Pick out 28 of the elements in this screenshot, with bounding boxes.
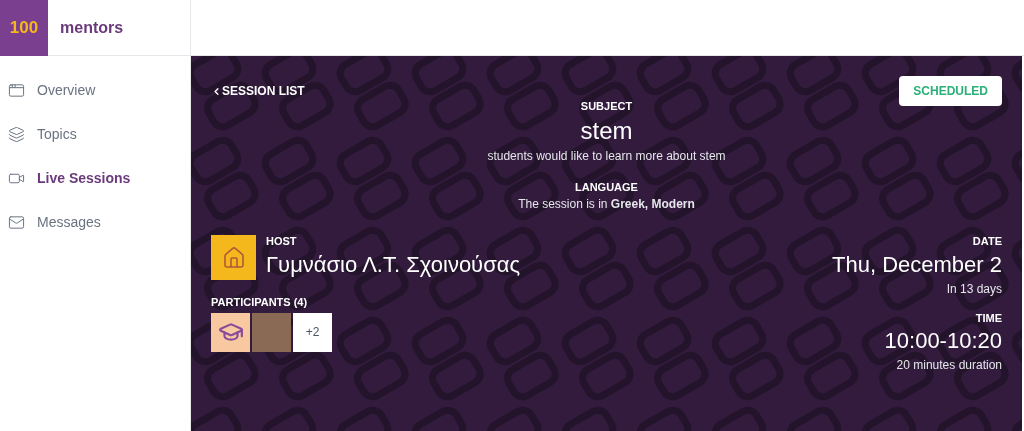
host-heading: HOST <box>266 234 298 249</box>
host-name: Γυμνάσιο Λ.Τ. Σχοινούσας <box>266 250 521 279</box>
language-text: The session is in Greek, Modern <box>518 196 695 213</box>
home-icon <box>221 245 246 270</box>
date-heading: DATE <box>972 234 1002 249</box>
subject-description: students would like to learn more about stem <box>487 147 726 165</box>
language-heading: LANGUAGE <box>575 179 638 195</box>
time-value: 10:00-10:20 <box>884 327 1002 355</box>
photo-placeholder <box>252 312 291 352</box>
subject-title: stem <box>580 115 633 146</box>
time-note: 20 minutes duration <box>896 357 1002 374</box>
nav-item[interactable]: Overview <box>0 68 190 112</box>
time-heading: TIME <box>975 310 1002 326</box>
nav-item[interactable]: Messages <box>0 200 190 244</box>
more-participants: +2 <box>293 312 332 352</box>
subject-heading: SUBJECT <box>580 99 633 114</box>
back-link[interactable]: SESSION LIST <box>211 82 305 100</box>
participants-heading: PARTICIPANTS (4) <box>211 295 309 310</box>
nav-item[interactable]: Topics <box>0 112 190 156</box>
nav-icon <box>8 81 25 99</box>
logo-mark: 100 <box>0 0 48 56</box>
date-value: Thu, December 2 <box>832 250 1002 279</box>
status-badge: SCHEDULED <box>899 76 1002 106</box>
logo-name: mentors <box>60 17 124 38</box>
nav-icon <box>8 125 25 143</box>
date-note: In 13 days <box>946 280 1002 298</box>
nav-icon <box>8 213 25 231</box>
nav-item[interactable]: Live Sessions <box>0 156 190 200</box>
